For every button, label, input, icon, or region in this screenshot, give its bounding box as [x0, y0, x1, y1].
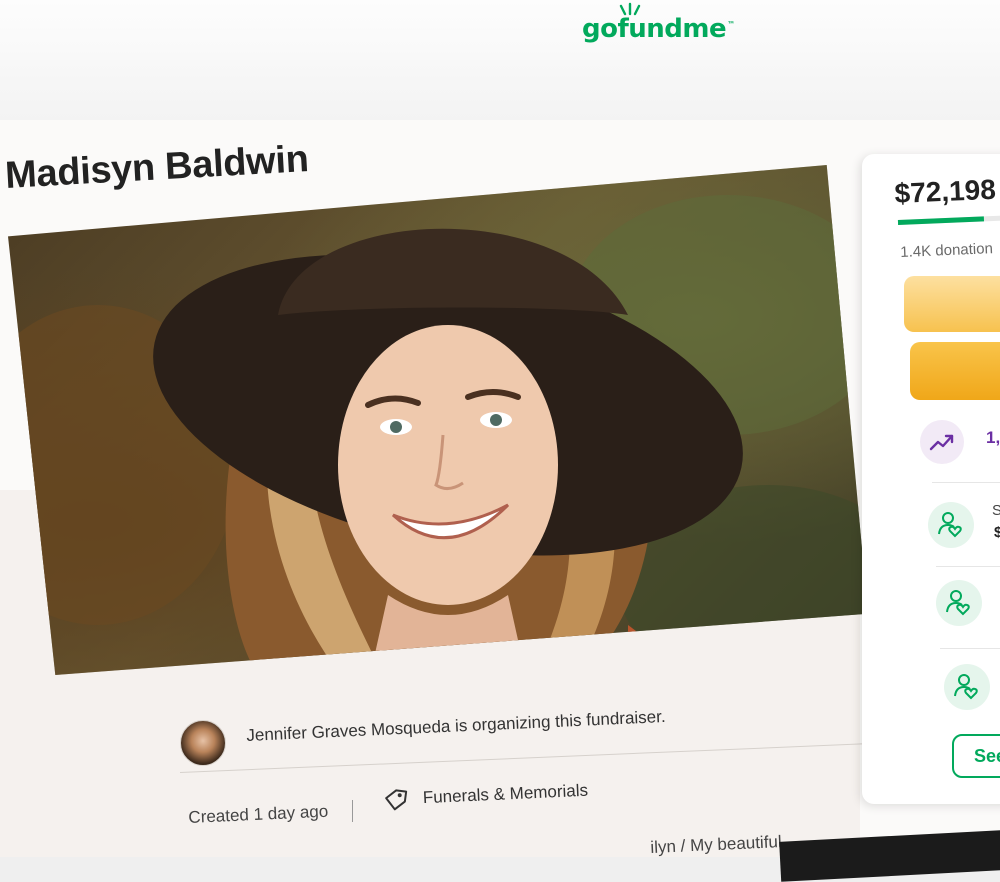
donor-amount: $: [994, 524, 1000, 541]
donor-name: S: [992, 502, 1000, 519]
organizer-avatar[interactable]: [180, 720, 226, 766]
donor-heart-icon: [928, 502, 974, 548]
donor-heart-icon: [936, 580, 982, 626]
amount-raised: $72,198: [894, 173, 997, 209]
trending-up-icon: [920, 420, 964, 464]
organizer-row[interactable]: Jennifer Graves Mosqueda is organizing t…: [180, 707, 880, 770]
progress-bar: [897, 214, 1000, 225]
donation-card: $72,198 1.4K donation 1, S $ Se: [862, 154, 1000, 804]
recent-donations-count: 1,: [986, 428, 1000, 447]
meta-separator: [352, 800, 353, 822]
share-button[interactable]: [904, 276, 1000, 332]
see-all-button[interactable]: See: [952, 734, 1000, 778]
logo-trademark: ™: [727, 20, 735, 30]
hero-portrait-illustration: [8, 195, 868, 675]
card-divider: [936, 566, 1000, 567]
card-divider: [940, 648, 1000, 649]
site-header: gofundme™: [0, 0, 1000, 121]
campaign-hero-photo: [8, 165, 868, 675]
tag-icon: [385, 789, 408, 811]
logo-text: gofundme: [582, 14, 727, 44]
progress-bar-fill: [897, 216, 985, 225]
donations-count: 1.4K donation: [900, 240, 994, 261]
card-divider: [932, 482, 1000, 483]
donate-button[interactable]: [910, 342, 1000, 400]
gofundme-logo[interactable]: gofundme™: [582, 14, 735, 44]
donor-heart-icon: [944, 664, 990, 710]
